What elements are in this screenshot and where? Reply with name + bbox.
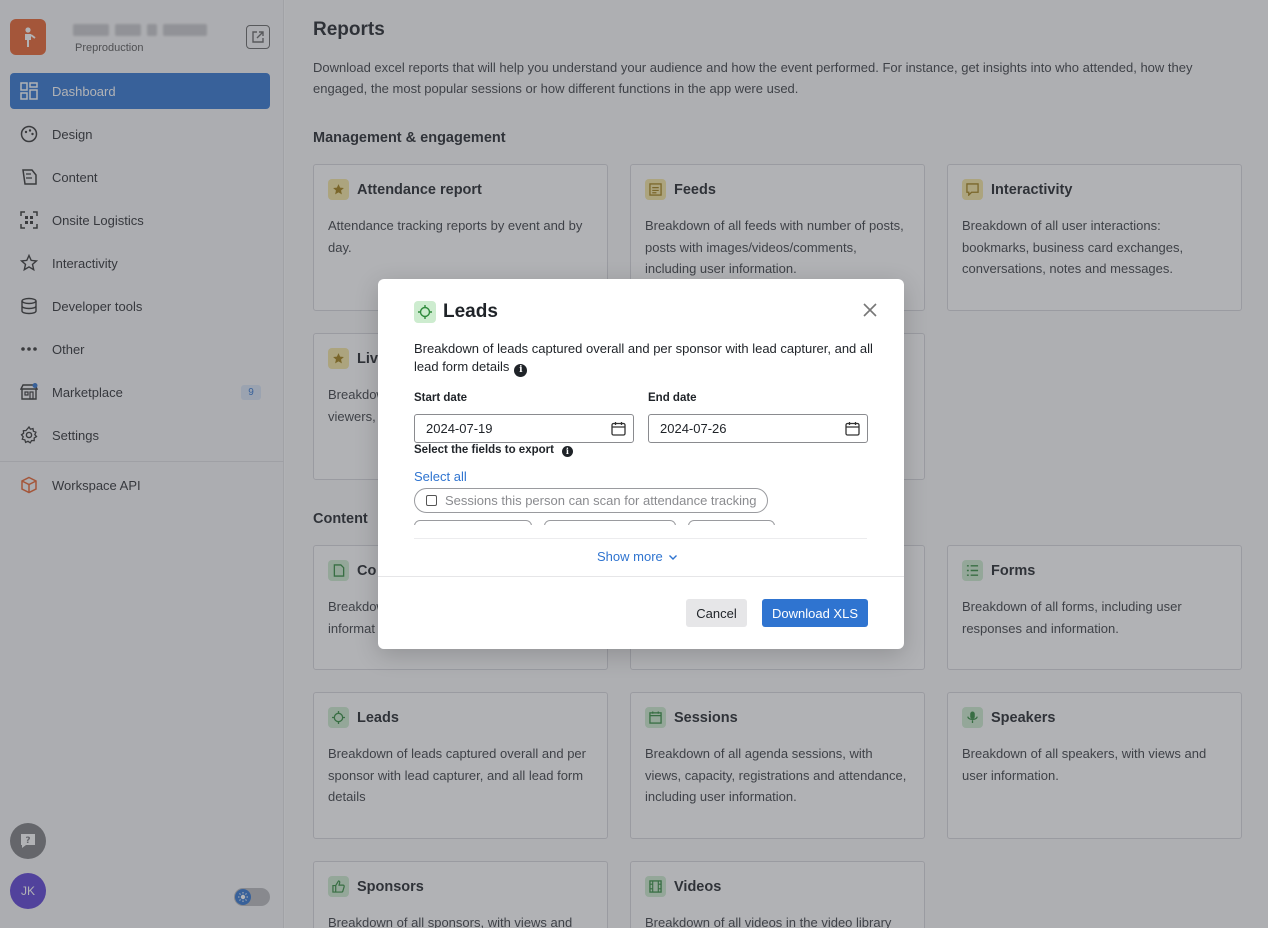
end-date-label: End date [648,392,697,404]
end-date-field[interactable]: 2024-07-26 [648,414,868,443]
info-icon[interactable]: i [561,445,573,457]
field-chip-label: Sessions this person can scan for attend… [445,493,757,508]
dialog-description: Breakdown of leads captured overall and … [414,340,874,377]
close-icon [863,303,877,317]
calendar-icon[interactable] [611,421,626,436]
target-icon [414,301,436,323]
cancel-button[interactable]: Cancel [686,599,747,627]
more-field-chips-clipped [414,520,867,525]
start-date-value: 2024-07-19 [426,421,493,436]
field-checkbox[interactable] [426,495,437,506]
start-date-field[interactable]: 2024-07-19 [414,414,634,443]
dialog-header: Leads [414,301,498,323]
fields-export-label: Select the fields to export i [414,444,573,457]
download-xls-button[interactable]: Download XLS [762,599,868,627]
close-button[interactable] [862,302,878,318]
start-date-label: Start date [414,392,468,404]
show-more-link[interactable]: Show more [597,549,679,564]
divider [414,538,867,539]
end-date-value: 2024-07-26 [660,421,727,436]
footer-divider [378,576,904,577]
select-all-link[interactable]: Select all [414,469,467,484]
dialog-description-text: Breakdown of leads captured overall and … [414,341,873,374]
show-more-label: Show more [597,549,663,564]
leads-export-dialog: Leads Breakdown of leads captured overal… [378,279,904,649]
fields-export-text: Select the fields to export [414,444,554,456]
info-icon[interactable]: i [514,363,528,377]
chevron-down-icon [668,554,677,560]
field-chip[interactable]: Sessions this person can scan for attend… [414,488,769,513]
calendar-icon[interactable] [845,421,860,436]
dialog-title: Leads [443,301,498,322]
